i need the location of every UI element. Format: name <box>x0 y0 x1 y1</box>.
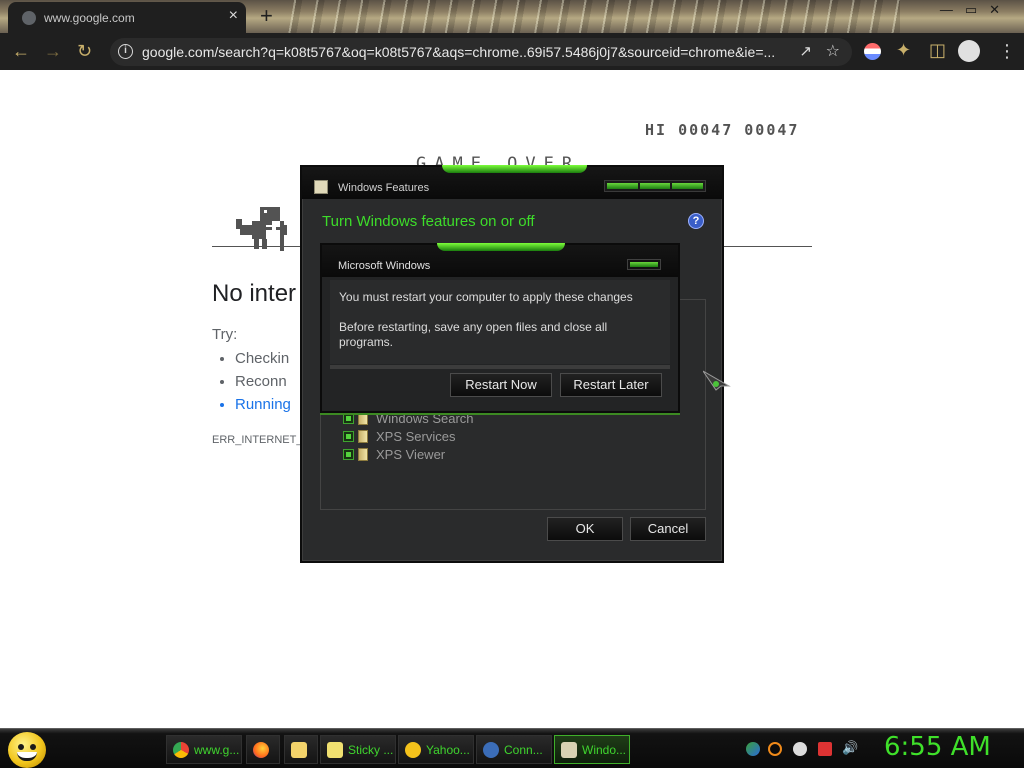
taskbar-item-explorer[interactable] <box>284 735 318 764</box>
feature-checkbox[interactable] <box>343 431 354 442</box>
folder-icon <box>358 448 368 461</box>
globe-icon <box>22 11 36 25</box>
help-icon[interactable]: ? <box>688 213 704 229</box>
sticky-notes-icon <box>327 742 343 758</box>
cancel-button[interactable]: Cancel <box>630 517 706 541</box>
taskbar-item-label: Windo... <box>582 743 627 757</box>
folder-icon <box>291 742 307 758</box>
error-heading: No inter <box>212 280 297 307</box>
suggestion-link[interactable]: Running <box>235 396 291 419</box>
restart-message: You must restart your computer to apply … <box>339 290 633 304</box>
browser-tab[interactable]: www.google.com × <box>8 2 246 33</box>
suggestion-list: Checkin Reconn Running <box>235 350 291 419</box>
taskbar-item-label: www.g... <box>194 743 240 757</box>
taskbar-item-steam[interactable]: Conn... <box>476 735 552 764</box>
title-glow <box>442 165 587 173</box>
taskbar-item-sticky-notes[interactable]: Sticky ... <box>320 735 396 764</box>
windows-features-icon <box>314 180 328 194</box>
puzzle-extensions-icon[interactable]: ✦ <box>896 40 911 60</box>
folder-icon <box>358 430 368 443</box>
start-button-smiley-icon[interactable] <box>8 732 46 768</box>
minimize-button[interactable] <box>607 183 638 189</box>
reload-icon[interactable]: ↻ <box>77 41 92 61</box>
flag-tray-icon[interactable] <box>818 742 832 756</box>
feature-checkbox[interactable] <box>343 413 354 424</box>
window-buttons[interactable] <box>604 180 706 192</box>
message-body: You must restart your computer to apply … <box>330 280 670 364</box>
firefox-icon <box>253 742 269 758</box>
site-info-icon[interactable]: i <box>118 44 133 59</box>
message-title: Microsoft Windows <box>338 260 431 272</box>
taskbar-item-label: Sticky ... <box>348 743 394 757</box>
restart-now-button[interactable]: Restart Now <box>450 373 552 397</box>
new-tab-button[interactable]: + <box>260 3 273 29</box>
restart-message-box: Microsoft Windows You must restart your … <box>320 243 680 413</box>
windows-features-icon <box>561 742 577 758</box>
forward-arrow-icon[interactable]: → <box>44 41 62 61</box>
taskbar-item-label: Yahoo... <box>426 743 470 757</box>
feature-label: XPS Services <box>376 429 456 444</box>
steam-icon <box>483 742 499 758</box>
menu-dots-icon[interactable]: ⋮ <box>998 41 1016 61</box>
extension-flag-icon[interactable] <box>864 43 881 60</box>
yahoo-smiley-icon <box>405 742 421 758</box>
features-heading: Turn Windows features on or off <box>322 213 535 230</box>
chrome-icon <box>173 742 189 758</box>
taskbar-item-firefox[interactable] <box>246 735 280 764</box>
taskbar-clock[interactable]: 6:55 AM <box>884 732 991 762</box>
share-icon[interactable]: ↗ <box>799 42 812 60</box>
taskbar-item-chrome[interactable]: www.g... <box>166 735 242 764</box>
url-text[interactable]: google.com/search?q=k08t5767&oq=k08t5767… <box>142 44 775 60</box>
ok-button[interactable]: OK <box>547 517 623 541</box>
title-glow <box>437 243 565 251</box>
taskbar-item-windows-features[interactable]: Windo... <box>554 735 630 764</box>
search-tray-icon[interactable] <box>768 742 782 756</box>
theme-artwork <box>280 0 900 33</box>
button-separator <box>330 365 670 369</box>
volume-icon[interactable]: 🔊 <box>842 740 858 755</box>
taskbar-item-label: Conn... <box>504 743 543 757</box>
dino-score: HI 00047 00047 <box>645 121 800 139</box>
tab-strip: www.google.com × + —▭✕ <box>0 0 1024 33</box>
back-arrow-icon[interactable]: ← <box>12 41 30 61</box>
bookmark-star-icon[interactable]: ☆ <box>826 41 840 61</box>
suggestion-item: Reconn <box>235 373 291 396</box>
feature-label: XPS Viewer <box>376 447 446 462</box>
taskbar: www.g... Sticky ... Yahoo... Conn... Win… <box>0 728 1024 768</box>
folder-icon <box>358 412 368 425</box>
dialog-title: Windows Features <box>338 182 430 194</box>
window-controls[interactable]: —▭✕ <box>940 2 1012 18</box>
close-button[interactable] <box>627 259 661 270</box>
browser-toolbar: ← → ↻ i google.com/search?q=k08t5767&oq=… <box>0 33 1024 70</box>
maximize-button[interactable] <box>639 183 671 189</box>
feature-checkbox[interactable] <box>343 449 354 460</box>
mouse-cursor-icon <box>703 370 731 391</box>
try-label: Try: <box>212 326 238 343</box>
profile-avatar-icon[interactable] <box>958 40 980 62</box>
error-code: ERR_INTERNET_D <box>212 434 311 446</box>
network-tray-icon[interactable] <box>746 742 760 756</box>
feature-label: Windows Search <box>376 411 474 426</box>
taskbar-item-yahoo[interactable]: Yahoo... <box>398 735 474 764</box>
suggestion-item: Checkin <box>235 350 291 373</box>
address-bar[interactable]: i google.com/search?q=k08t5767&oq=k08t57… <box>110 38 852 66</box>
side-panel-icon[interactable]: ◫ <box>929 40 946 60</box>
minus-tray-icon[interactable] <box>793 742 807 756</box>
tab-close-button[interactable]: × <box>229 7 238 25</box>
tab-title: www.google.com <box>44 11 135 25</box>
close-button[interactable] <box>672 183 704 189</box>
restart-detail: Before restarting, save any open files a… <box>339 320 608 349</box>
restart-later-button[interactable]: Restart Later <box>560 373 662 397</box>
